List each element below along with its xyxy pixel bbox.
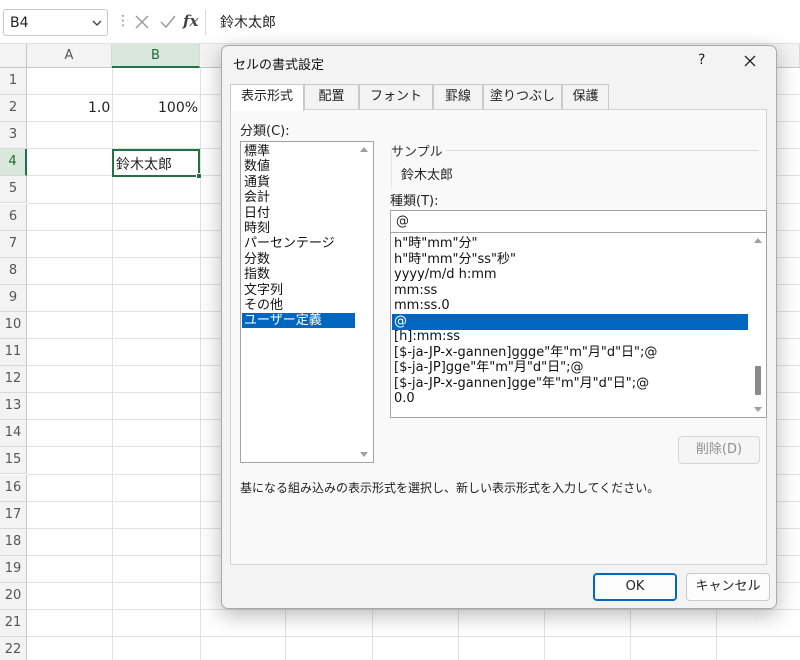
help-button[interactable]: ? [698,52,705,68]
gridline-horizontal [27,636,800,638]
format-scrollbar[interactable] [750,233,766,417]
category-item[interactable]: 通貨 [242,175,355,190]
active-cell-border [112,149,202,179]
row-header-17[interactable]: 17 [0,501,27,529]
sample-value: 鈴木太郎 [401,168,454,183]
format-list[interactable]: h"時"mm"分" h"時"mm"分"ss"秒" yyyy/m/d h:mm mm:s… [390,232,767,418]
insert-function-button[interactable]: fx [183,12,203,32]
sample-group-line [446,150,759,151]
format-item[interactable]: [$-ja-JP-x-gannen]gge"年"m"月"d"日";@ [392,376,748,392]
row-header-6[interactable]: 6 [0,203,27,231]
row-header-20[interactable]: 20 [0,582,27,610]
row-header-18[interactable]: 18 [0,528,27,556]
formula-divider [205,10,206,35]
category-item[interactable]: 数値 [242,159,355,174]
sample-label: サンプル [391,145,443,160]
format-item[interactable]: @ [392,313,748,330]
cell-a2[interactable]: 1.0 [88,100,110,116]
category-list[interactable]: 標準 数値 通貨 会計 日付 時刻 パーセンテージ 分数 指数 文字列 その他 ユーザー定義 [240,141,374,463]
category-scrollbar[interactable] [356,142,373,462]
cancel-button[interactable]: キャンセル [686,573,770,601]
scroll-up-icon[interactable] [360,146,368,152]
row-header-1[interactable]: 1 [0,68,27,95]
cancel-entry-icon[interactable] [132,12,152,32]
category-item[interactable]: 指数 [242,267,355,282]
row-header-16[interactable]: 16 [0,474,27,502]
cell-b2[interactable]: 100% [158,100,198,116]
row-header-7[interactable]: 7 [0,230,27,258]
category-item[interactable]: 文字列 [242,283,355,298]
category-item[interactable]: その他 [242,298,355,313]
category-item[interactable]: 標準 [242,144,355,159]
ok-button[interactable]: OK [593,573,677,601]
scroll-down-icon[interactable] [754,407,762,413]
type-label: 種類(T): [390,194,439,209]
row-header-10[interactable]: 10 [0,311,27,339]
confirm-entry-icon[interactable] [158,12,178,32]
more-options-icon[interactable]: ⋮ [116,13,130,29]
row-header-2[interactable]: 2 [0,95,27,123]
category-item[interactable]: ユーザー定義 [242,313,355,329]
dialog-title: セルの書式設定 [233,58,325,73]
delete-button[interactable]: 削除(D) [678,436,760,464]
format-item[interactable]: [h]:mm:ss [392,329,748,345]
row-header-15[interactable]: 15 [0,447,27,475]
gridline-horizontal [27,609,800,610]
row-header-19[interactable]: 19 [0,555,27,583]
format-item[interactable]: h"時"mm"分"ss"秒" [392,252,748,268]
row-header-8[interactable]: 8 [0,257,27,285]
fill-handle[interactable] [196,173,202,179]
row-header-4[interactable]: 4 [0,149,27,177]
row-header-9[interactable]: 9 [0,284,27,312]
column-header-b[interactable]: B [112,44,200,68]
category-item[interactable]: パーセンテージ [242,236,355,251]
select-all-corner[interactable] [0,44,27,68]
tab-number[interactable]: 表示形式 [230,84,304,111]
tab-border[interactable]: 罫線 [433,84,483,109]
format-scroll-thumb[interactable] [755,366,761,395]
format-item[interactable]: mm:ss [392,283,748,299]
tab-font[interactable]: フォント [359,84,433,109]
format-item[interactable]: mm:ss.0 [392,298,748,314]
tab-fill[interactable]: 塗りつぶし [483,84,562,109]
tab-alignment[interactable]: 配置 [304,84,359,109]
row-header-14[interactable]: 14 [0,420,27,448]
row-header-3[interactable]: 3 [0,122,27,150]
name-box-value: B4 [10,15,29,31]
category-item[interactable]: 会計 [242,190,355,205]
format-description: 基になる組み込みの表示形式を選択し、新しい表示形式を入力してください。 [240,481,660,495]
format-item[interactable]: yyyy/m/d h:mm [392,267,748,283]
row-header-11[interactable]: 11 [0,339,27,366]
chevron-down-icon[interactable] [92,18,102,28]
format-item[interactable]: 0.0 [392,391,748,407]
column-header-a[interactable]: A [27,44,112,68]
formula-bar: B4 ⋮ fx 鈴木太郎 [0,0,800,44]
category-item[interactable]: 時刻 [242,221,355,236]
type-input[interactable]: @ [390,210,767,234]
row-header-21[interactable]: 21 [0,610,27,637]
type-input-value: @ [396,214,409,229]
category-item[interactable]: 分数 [242,252,355,267]
scroll-up-icon[interactable] [754,237,762,243]
format-item[interactable]: [$-ja-JP]gge"年"m"月"d"日";@ [392,360,748,376]
format-item[interactable]: h"時"mm"分" [392,236,748,252]
row-header-5[interactable]: 5 [0,176,27,204]
category-label: 分類(C): [240,124,290,139]
format-item[interactable]: [$-ja-JP-x-gannen]ggge"年"m"月"d"日";@ [392,345,748,361]
number-format-panel: 分類(C): 標準 数値 通貨 会計 日付 時刻 パーセンテージ 分数 指数 文字列 その他 ユーザー… [230,109,767,565]
format-cells-dialog: セルの書式設定 ? 表示形式 配置 フォント 罫線 塗りつぶし 保護 分類(C)… [221,45,777,609]
scroll-down-icon[interactable] [360,452,368,458]
gridline-vertical [200,68,201,660]
category-item[interactable]: 日付 [242,206,355,221]
name-box[interactable]: B4 [3,9,108,36]
tab-protection[interactable]: 保護 [562,84,609,109]
row-header-13[interactable]: 13 [0,393,27,421]
close-icon[interactable] [742,53,758,69]
row-header-22[interactable]: 22 [0,637,27,660]
row-header-12[interactable]: 12 [0,366,27,394]
formula-input[interactable]: 鈴木太郎 [220,12,276,32]
